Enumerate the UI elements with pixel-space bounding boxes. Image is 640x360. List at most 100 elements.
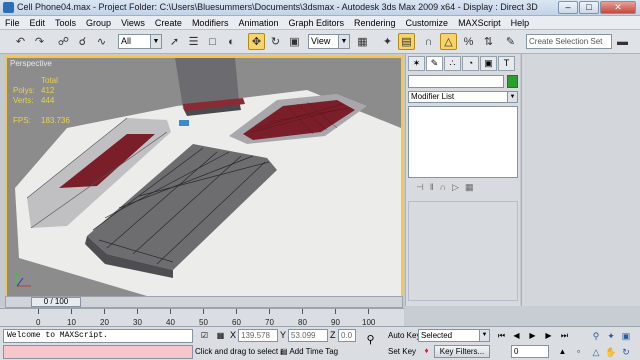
menu-edit[interactable]: Edit (25, 16, 51, 29)
keyboard-shortcut-override-icon[interactable]: ▤ (398, 33, 415, 50)
app-icon[interactable] (3, 2, 14, 13)
field-of-view-icon[interactable]: △ (590, 346, 602, 358)
time-slider[interactable]: 0 / 100 (5, 296, 403, 308)
select-by-name-icon[interactable]: ☰ (185, 33, 202, 50)
close-button[interactable]: ✕ (600, 1, 636, 14)
rectangular-selection-icon[interactable]: □ (204, 33, 221, 50)
goto-start-icon[interactable]: ⏮ (495, 330, 508, 341)
spinner-snap-icon[interactable]: ⇅ (480, 33, 497, 50)
add-time-tag[interactable]: ▤ Add Time Tag (280, 345, 352, 359)
z-label: Z (330, 330, 336, 340)
select-and-rotate-icon[interactable]: ↻ (267, 33, 284, 50)
mirror-icon[interactable]: ▬ (614, 33, 631, 50)
bind-space-warp-icon[interactable]: ∿ (93, 33, 110, 50)
parameters-rollout (408, 201, 518, 301)
hierarchy-tab[interactable]: ∴ (444, 56, 461, 71)
next-frame-icon[interactable]: ▶ (542, 330, 555, 341)
orbit-icon[interactable]: ↻ (620, 346, 632, 358)
remove-modifier-icon[interactable]: ▷ (452, 182, 459, 196)
named-selection-icon[interactable]: ✎ (502, 33, 519, 50)
y-coordinate-field[interactable]: 53.099 (288, 329, 328, 342)
viewport-label[interactable]: Perspective (10, 59, 52, 68)
select-manipulate-icon[interactable]: ✦ (379, 33, 396, 50)
chevron-down-icon: ▼ (338, 35, 349, 48)
minimize-button[interactable]: – (558, 1, 578, 14)
pin-stack-icon[interactable]: ⊣ (416, 182, 424, 196)
tick (38, 309, 39, 314)
maximize-button[interactable]: □ (579, 1, 599, 14)
key-mode-toggle-icon[interactable]: ▲ (556, 346, 569, 357)
reference-coord-dropdown[interactable]: View ▼ (308, 34, 350, 49)
lock-icon[interactable]: ☑ (198, 330, 211, 341)
link-icon[interactable]: ☍ (55, 33, 72, 50)
absolute-mode-icon[interactable]: ▦ (214, 330, 227, 341)
set-key-icon[interactable]: ♦ (420, 345, 433, 356)
menu-group[interactable]: Group (81, 16, 116, 29)
zoom-extents-icon[interactable]: ▣ (620, 330, 632, 342)
modifier-list-label: Modifier List (411, 92, 455, 101)
zoom-icon[interactable]: ⚲ (590, 330, 602, 342)
maxscript-listener[interactable]: Welcome to MAXScript. (3, 329, 193, 343)
window-crossing-icon[interactable]: ◐ (223, 33, 240, 50)
pan-icon[interactable]: ✋ (605, 346, 617, 358)
object-name-field[interactable] (408, 75, 504, 88)
auto-key-label[interactable]: Auto Key (388, 331, 420, 340)
selection-filter-dropdown[interactable]: All ▼ (118, 34, 162, 49)
tick (104, 309, 105, 314)
tick (236, 309, 237, 314)
zoom-all-icon[interactable]: ✦ (605, 330, 617, 342)
menu-create[interactable]: Create (150, 16, 187, 29)
menu-customize[interactable]: Customize (401, 16, 454, 29)
z-coordinate-field[interactable]: 0.0 (338, 329, 356, 342)
modify-tab[interactable]: ✎ (426, 56, 443, 71)
modifier-stack[interactable] (408, 106, 518, 178)
menu-maxscript[interactable]: MAXScript (453, 16, 506, 29)
menu-graph-editors[interactable]: Graph Editors (283, 16, 349, 29)
command-panel: ✶ ✎ ∴ ◔ ▣ T Modifier List ▼ ⊣ ‖ ∩ ▷ ▦ (405, 54, 520, 306)
menu-animation[interactable]: Animation (233, 16, 283, 29)
named-selection-set-field[interactable]: Create Selection Set (526, 34, 612, 49)
track-bar[interactable]: 0 10 20 30 40 50 60 70 80 90 100 (0, 308, 404, 328)
select-object-icon[interactable]: ➚ (166, 33, 183, 50)
status-bar: Welcome to MAXScript. Click and drag to … (0, 326, 640, 360)
prev-frame-icon[interactable]: ◀ (510, 330, 523, 341)
maxscript-input[interactable] (3, 345, 193, 359)
time-configuration-icon[interactable]: ▫ (572, 346, 585, 357)
undo-icon[interactable]: ↶ (12, 33, 29, 50)
time-slider-handle[interactable]: 0 / 100 (31, 297, 81, 307)
x-coordinate-field[interactable]: 139.578 (238, 329, 278, 342)
current-frame-field[interactable]: 0 (511, 345, 549, 358)
utilities-tab[interactable]: T (498, 56, 515, 71)
pivot-center-icon[interactable]: ▦ (354, 33, 371, 50)
perspective-viewport[interactable]: Perspective Total Polys: 412 Verts: 444 FP… (5, 56, 403, 298)
tick (302, 309, 303, 314)
modifier-stack-tools: ⊣ ‖ ∩ ▷ ▦ (408, 182, 518, 196)
object-color-swatch[interactable] (507, 75, 518, 88)
modifier-list-dropdown[interactable]: Modifier List ▼ (408, 91, 518, 103)
menu-tools[interactable]: Tools (50, 16, 81, 29)
unlink-icon[interactable]: ☌ (74, 33, 91, 50)
key-filter-selection-dropdown[interactable]: Selected ▼ (418, 329, 490, 342)
menu-views[interactable]: Views (116, 16, 150, 29)
key-filters-button[interactable]: Key Filters... (434, 345, 490, 358)
configure-modifier-sets-icon[interactable]: ▦ (465, 182, 474, 196)
motion-tab[interactable]: ◔ (462, 56, 479, 71)
menu-file[interactable]: File (0, 16, 25, 29)
percent-snap-icon[interactable]: % (460, 33, 477, 50)
goto-end-icon[interactable]: ⏭ (558, 330, 571, 341)
make-unique-icon[interactable]: ∩ (440, 182, 446, 196)
menu-rendering[interactable]: Rendering (349, 16, 401, 29)
show-end-result-icon[interactable]: ‖ (430, 182, 434, 196)
menu-modifiers[interactable]: Modifiers (187, 16, 234, 29)
key-mode-icon[interactable]: ⚲ (364, 335, 377, 346)
set-key-label[interactable]: Set Key (388, 347, 416, 356)
snaps-toggle-icon[interactable]: ∩ (420, 33, 437, 50)
redo-icon[interactable]: ↷ (31, 33, 48, 50)
display-tab[interactable]: ▣ (480, 56, 497, 71)
select-and-move-icon[interactable]: ✥ (248, 33, 265, 50)
create-tab[interactable]: ✶ (408, 56, 425, 71)
angle-snap-icon[interactable]: △ (440, 33, 457, 50)
menu-help[interactable]: Help (506, 16, 535, 29)
play-icon[interactable]: ▶ (526, 330, 539, 341)
select-and-scale-icon[interactable]: ▣ (286, 33, 303, 50)
